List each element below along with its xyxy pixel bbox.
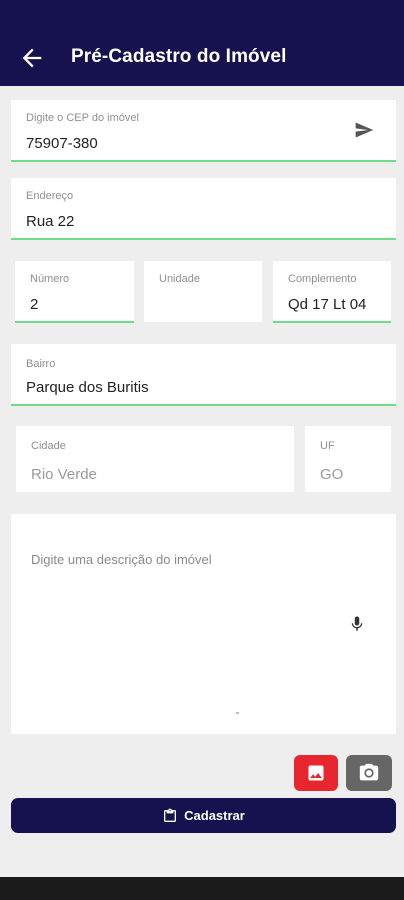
cidade-label: Cidade bbox=[31, 440, 66, 452]
back-button[interactable] bbox=[18, 44, 46, 72]
page-title: Pré-Cadastro do Imóvel bbox=[71, 46, 287, 67]
cep-field[interactable]: Digite o CEP do imóvel 75907-380 bbox=[11, 100, 396, 162]
numero-field[interactable]: Número 2 bbox=[15, 261, 134, 323]
numero-label: Número bbox=[30, 273, 70, 285]
uf-label: UF bbox=[320, 440, 335, 452]
app-bar: Pré-Cadastro do Imóvel bbox=[0, 0, 404, 86]
clipboard-icon bbox=[162, 807, 178, 825]
bairro-field[interactable]: Bairro Parque dos Buritis bbox=[11, 344, 396, 406]
uf-value: GO bbox=[320, 466, 344, 483]
unidade-label: Unidade bbox=[159, 273, 200, 285]
cadastrar-button[interactable]: Cadastrar bbox=[11, 798, 396, 833]
voice-input-button[interactable] bbox=[348, 613, 366, 635]
send-cep-button[interactable] bbox=[354, 120, 374, 140]
description-placeholder: Digite uma descrição do imóvel bbox=[31, 552, 212, 567]
complemento-label: Complemento bbox=[288, 273, 357, 285]
unidade-field[interactable]: Unidade bbox=[144, 261, 262, 322]
camera-button[interactable] bbox=[346, 755, 392, 791]
complemento-field[interactable]: Complemento Qd 17 Lt 04 bbox=[273, 261, 391, 323]
endereco-field[interactable]: Endereço Rua 22 bbox=[11, 178, 396, 240]
image-icon bbox=[308, 765, 324, 781]
send-icon bbox=[355, 122, 374, 138]
description-textarea[interactable]: Digite uma descrição do imóvel bbox=[11, 514, 396, 734]
microphone-icon bbox=[351, 616, 363, 631]
complemento-value: Qd 17 Lt 04 bbox=[288, 296, 367, 313]
text-cursor-marker bbox=[236, 712, 239, 714]
cep-value: 75907-380 bbox=[26, 135, 98, 152]
camera-icon bbox=[359, 763, 379, 781]
bairro-label: Bairro bbox=[26, 358, 56, 370]
cidade-field: Cidade Rio Verde bbox=[16, 426, 294, 492]
system-navigation-bar bbox=[0, 877, 404, 900]
numero-value: 2 bbox=[30, 296, 39, 313]
cadastrar-label: Cadastrar bbox=[184, 808, 245, 823]
bairro-value: Parque dos Buritis bbox=[26, 379, 149, 396]
endereco-value: Rua 22 bbox=[26, 213, 75, 230]
gallery-button[interactable] bbox=[294, 755, 338, 791]
endereco-label: Endereço bbox=[26, 190, 74, 202]
cidade-value: Rio Verde bbox=[31, 466, 97, 483]
cep-label: Digite o CEP do imóvel bbox=[26, 112, 139, 124]
uf-field: UF GO bbox=[305, 426, 391, 492]
arrow-left-icon bbox=[22, 48, 42, 68]
